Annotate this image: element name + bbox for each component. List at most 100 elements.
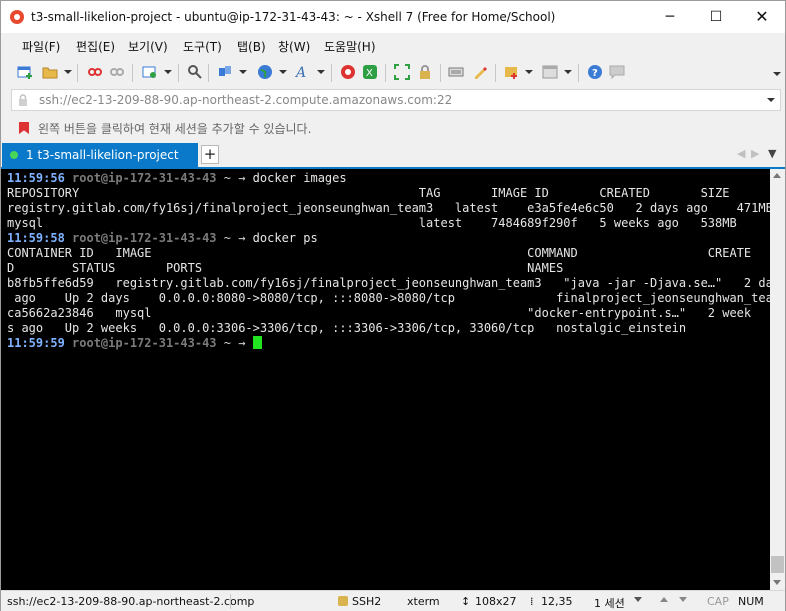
minimize-button[interactable]: ─ <box>647 1 693 33</box>
address-lock-icon <box>19 94 27 106</box>
maximize-button[interactable]: ☐ <box>693 1 739 33</box>
properties-icon[interactable] <box>141 64 159 82</box>
menu-tools[interactable]: 도구(T) <box>183 38 222 55</box>
terminal-output-line: b8fb5ffe6d59 registry.gitlab.com/fy16sj/… <box>7 276 770 290</box>
open-folder-icon[interactable] <box>41 64 59 82</box>
menu-window[interactable]: 창(W) <box>278 38 310 55</box>
open-dropdown-icon[interactable] <box>64 70 72 74</box>
tab-session-1[interactable]: 1 t3-small-likelion-project <box>2 143 198 167</box>
status-caps: CAP <box>707 595 729 608</box>
tab-bar: 1 t3-small-likelion-project + ◀ ▶ ▼ <box>1 143 785 167</box>
terminal-prompt-line: 11:59:58 root@ip-172-31-43-43 ~ → docker… <box>7 231 318 246</box>
svg-text:?: ? <box>592 68 598 79</box>
prompt-command: docker images <box>245 171 347 185</box>
close-button[interactable]: ✕ <box>739 1 785 33</box>
keyboard-icon[interactable] <box>447 64 465 82</box>
find-icon[interactable] <box>186 64 204 82</box>
chat-icon[interactable] <box>608 64 626 82</box>
toolbar-overflow-icon[interactable] <box>773 72 781 76</box>
session-hint-bar: 왼쪽 버튼을 클릭하여 현재 세션을 추가할 수 있습니다. <box>11 117 781 139</box>
globe-icon[interactable] <box>256 64 274 82</box>
terminal-scrollbar[interactable] <box>770 169 785 590</box>
terminal-cursor <box>252 336 262 349</box>
prompt-path: ~ <box>216 231 239 245</box>
address-dropdown-icon[interactable] <box>767 98 775 102</box>
menu-help[interactable]: 도움말(H) <box>324 38 376 55</box>
new-session-icon[interactable] <box>16 64 34 82</box>
help-icon[interactable]: ? <box>586 64 604 82</box>
toolbar-separator <box>132 64 133 82</box>
transfer-icon[interactable] <box>216 64 234 82</box>
menu-bar: 파일(F) 편집(E) 보기(V) 도구(T) 탭(B) 창(W) 도움말(H) <box>1 33 785 58</box>
bookmark-icon[interactable] <box>19 122 29 134</box>
toolbar-separator <box>331 64 332 82</box>
properties-dropdown-icon[interactable] <box>164 70 172 74</box>
reconnect-icon[interactable] <box>108 64 126 82</box>
highlight-icon[interactable] <box>471 64 489 82</box>
scrollbar-thumb[interactable] <box>771 556 784 573</box>
terminal-output-line: s ago Up 2 weeks 0.0.0.0:3306->3306/tcp,… <box>7 321 687 335</box>
prompt-time: 11:59:58 <box>7 231 65 245</box>
session-hint-text: 왼쪽 버튼을 클릭하여 현재 세션을 추가할 수 있습니다. <box>38 122 312 136</box>
tab-prev-icon[interactable]: ◀ <box>737 147 745 160</box>
toolbar: A X ? <box>1 58 785 88</box>
svg-text:X: X <box>366 68 373 79</box>
xshell-window: t3-small-likelion-project - ubuntu@ip-17… <box>0 0 786 611</box>
toolbar-separator <box>578 64 579 82</box>
menu-file[interactable]: 파일(F) <box>22 38 60 55</box>
session-down-icon[interactable] <box>679 597 687 602</box>
status-sessions[interactable]: 1 세션 <box>594 595 625 611</box>
status-protocol: SSH2 <box>352 595 382 608</box>
prompt-command <box>245 336 252 350</box>
globe-dropdown-icon[interactable] <box>279 70 287 74</box>
address-bar[interactable]: ssh://ec2-13-209-88-90.ap-northeast-2.co… <box>11 89 781 111</box>
terminal-prompt-line: 11:59:59 root@ip-172-31-43-43 ~ → <box>7 336 262 351</box>
status-bar: ssh://ec2-13-209-88-90.ap-northeast-2.co… <box>1 590 785 611</box>
font-icon[interactable]: A <box>294 64 312 82</box>
toolbar-separator <box>178 64 179 82</box>
terminal-output-line: mysql latest 7484689f290f 5 weeks ago 53… <box>7 216 737 230</box>
xftp-icon[interactable] <box>339 64 357 82</box>
toolbar-separator <box>495 64 496 82</box>
font-dropdown-icon[interactable] <box>317 70 325 74</box>
tab-next-icon[interactable]: ▶ <box>751 147 759 160</box>
disconnect-icon[interactable] <box>86 64 104 82</box>
address-input[interactable]: ssh://ec2-13-209-88-90.ap-northeast-2.co… <box>39 93 452 107</box>
layout-dropdown-icon[interactable] <box>564 70 572 74</box>
status-separator <box>230 594 231 609</box>
svg-text:A: A <box>295 65 306 80</box>
sessions-dropdown-icon[interactable] <box>634 597 642 602</box>
status-position: 12,35 <box>541 595 573 608</box>
compose-icon[interactable] <box>503 64 521 82</box>
status-size: 108x27 <box>475 595 517 608</box>
prompt-host: root@ip-172-31-43-43 <box>72 336 217 350</box>
terminal-view[interactable]: 11:59:56 root@ip-172-31-43-43 ~ → docker… <box>1 169 770 590</box>
tab-list-icon[interactable]: ▼ <box>768 147 776 160</box>
new-tab-button[interactable]: + <box>201 145 219 164</box>
xshell-logo-icon <box>10 10 24 24</box>
menu-view[interactable]: 보기(V) <box>128 38 168 55</box>
status-cursor-icon: ⁞ <box>530 595 534 608</box>
fullscreen-icon[interactable] <box>393 64 411 82</box>
scroll-up-icon[interactable] <box>773 173 781 178</box>
status-size-icon: ↕ <box>461 595 471 608</box>
lock-icon[interactable] <box>416 64 434 82</box>
title-bar[interactable]: t3-small-likelion-project - ubuntu@ip-17… <box>1 1 785 33</box>
layout-icon[interactable] <box>541 64 559 82</box>
prompt-host: root@ip-172-31-43-43 <box>72 171 217 185</box>
menu-tab[interactable]: 탭(B) <box>237 38 266 55</box>
prompt-command: docker ps <box>245 231 318 245</box>
prompt-time: 11:59:56 <box>7 171 65 185</box>
session-up-icon[interactable] <box>660 597 668 602</box>
scroll-down-icon[interactable] <box>773 580 781 585</box>
transfer-dropdown-icon[interactable] <box>239 70 247 74</box>
prompt-host: root@ip-172-31-43-43 <box>72 231 217 245</box>
menu-edit[interactable]: 편집(E) <box>76 38 115 55</box>
terminal-prompt-line: 11:59:56 root@ip-172-31-43-43 ~ → docker… <box>7 171 347 186</box>
toolbar-separator <box>385 64 386 82</box>
terminal-output-line: ago Up 2 days 0.0.0.0:8080->8080/tcp, ::… <box>7 291 770 305</box>
terminal-output-line: registry.gitlab.com/fy16sj/finalproject_… <box>7 201 770 215</box>
compose-dropdown-icon[interactable] <box>525 70 533 74</box>
window-title: t3-small-likelion-project - ubuntu@ip-17… <box>31 10 556 24</box>
xmanager-icon[interactable]: X <box>361 64 379 82</box>
